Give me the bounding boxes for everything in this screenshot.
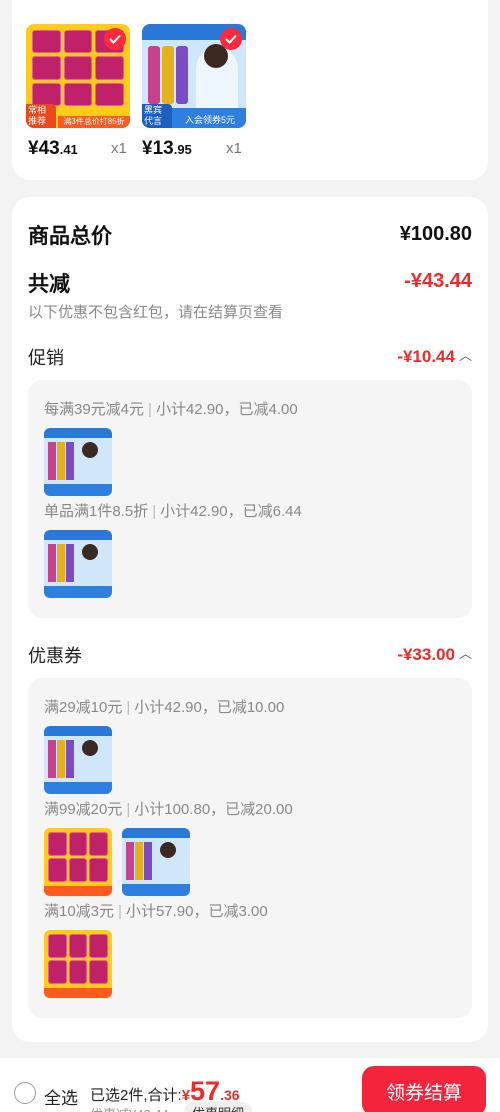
coupon-amount: -¥33.00	[397, 645, 455, 664]
total-discount-value: -¥43.44	[404, 270, 472, 292]
product-2-tag: 黑宾代言	[142, 104, 172, 128]
total-discount-label: 共减	[28, 273, 70, 296]
product-1-price: ¥43.41	[28, 138, 78, 159]
promotion-rule-2: 单品满1件8.5折 | 小计42.90，已减6.44	[44, 503, 302, 520]
product-2-promo-strip: 入会领券5元	[174, 114, 246, 128]
product-1-quantity: x1	[111, 140, 127, 157]
select-all-radio[interactable]	[14, 1082, 36, 1104]
selected-products-card: 常相推荐 满3件总价打85折 黑宾代言 入会领券5元 ¥43.41 x1 ¥13…	[12, 0, 488, 180]
promotion-rule-2-product-thumbnail	[44, 530, 112, 598]
promotion-detail-box: 每满39元减4元 | 小计42.90，已减4.00 单品满1件8.5折 | 小计42.9…	[28, 380, 472, 618]
product-1-tag: 常相推荐	[26, 104, 56, 128]
promotion-section-label: 促销	[28, 348, 64, 368]
coupon-rule-1: 满29减10元 | 小计42.90，已减10.00	[44, 699, 285, 716]
coupon-section-label: 优惠券	[28, 646, 82, 666]
product-2-quantity: x1	[226, 140, 242, 157]
coupon-rule-1-product-thumbnail	[44, 726, 112, 794]
select-all-label[interactable]: 全选	[44, 1084, 78, 1109]
promotion-rule-1: 每满39元减4元 | 小计42.90，已减4.00	[44, 401, 298, 418]
coupon-rule-2: 满99减20元 | 小计100.80，已减20.00	[44, 801, 293, 818]
coupon-rule-3: 满10减3元 | 小计57.90，已减3.00	[44, 903, 268, 920]
promotion-collapse-toggle[interactable]: -¥10.44 ︿	[397, 345, 472, 367]
product-2-price: ¥13.95	[142, 138, 192, 159]
chevron-up-icon: ︿	[458, 348, 472, 363]
claim-coupon-checkout-button[interactable]: 领券结算	[362, 1066, 486, 1112]
coupon-rule-2-product-thumbnail-1	[44, 828, 112, 896]
product-thumbnail-1[interactable]: 常相推荐 满3件总价打85折	[26, 24, 130, 128]
saved-amount: 优惠减¥43.44	[90, 1104, 169, 1112]
total-price-value: ¥100.80	[399, 223, 472, 245]
coupon-rule-2-product-thumbnail-2	[122, 828, 190, 896]
coupon-detail-box: 满29减10元 | 小计42.90，已减10.00 满99减20元 | 小计100.80…	[28, 678, 472, 1018]
promotion-amount: -¥10.44	[397, 347, 455, 366]
product-1-selected-check-icon[interactable]	[104, 28, 126, 50]
discount-detail-button[interactable]: 优惠明细	[184, 1102, 253, 1112]
product-2-selected-check-icon[interactable]	[220, 28, 242, 50]
discount-note: 以下优惠不包含红包，请在结算页查看	[28, 304, 284, 321]
promotion-rule-1-product-thumbnail	[44, 428, 112, 496]
product-1-promo-strip: 满3件总价打85折	[58, 116, 130, 128]
coupon-collapse-toggle[interactable]: -¥33.00 ︿	[397, 643, 472, 665]
chevron-up-icon: ︿	[458, 646, 472, 661]
total-price-label: 商品总价	[28, 225, 112, 248]
checkout-bar: 全选 已选2件,合计:¥57.36 优惠减¥43.44 优惠明细 领券结算	[0, 1058, 500, 1112]
coupon-rule-3-product-thumbnail	[44, 930, 112, 998]
price-detail-card: 商品总价 ¥100.80 共减 -¥43.44 以下优惠不包含红包，请在结算页查…	[12, 197, 488, 1042]
product-thumbnail-2[interactable]: 黑宾代言 入会领券5元	[142, 24, 246, 128]
